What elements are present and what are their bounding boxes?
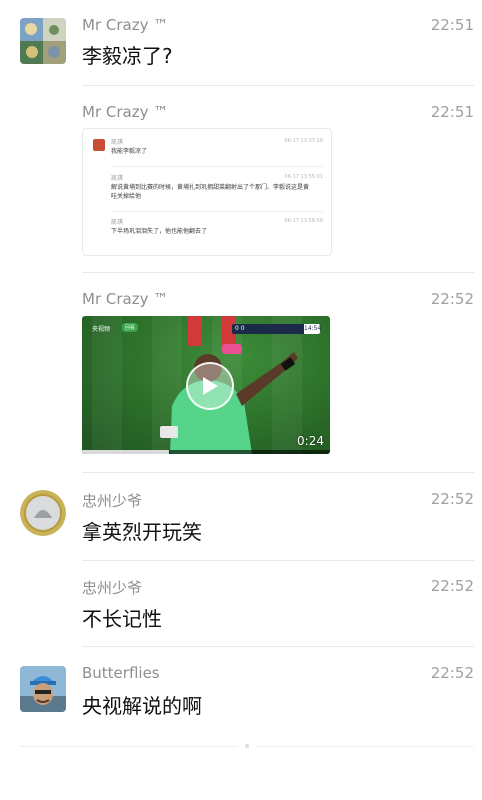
- message-text[interactable]: 央视解说的啊: [82, 690, 202, 719]
- coin-avatar-icon: [20, 490, 66, 536]
- channel-logo: 央视频: [92, 326, 111, 333]
- sender-name: Butterflies: [82, 664, 160, 682]
- video-progress-fill: [82, 450, 169, 454]
- end-divider-right: [256, 746, 474, 747]
- video-progress-bar[interactable]: [82, 450, 330, 454]
- message-text[interactable]: 不长记性: [82, 603, 162, 632]
- avatar-butterflies[interactable]: [20, 666, 66, 712]
- message-1: Mr Crazy ™ 22:51 李毅凉了?: [0, 0, 482, 86]
- quoted-separator: [111, 166, 323, 167]
- video-duration: 0:24: [297, 434, 324, 448]
- message-5: 忠州少爷 22:52 不长记性: [0, 560, 482, 647]
- quoted-time: 06-17 13:37:28: [284, 138, 323, 144]
- message-4: 忠州少爷 22:52 拿英烈开玩笑: [0, 472, 482, 561]
- message-time: 22:52: [430, 290, 474, 308]
- person-avatar-icon: [20, 666, 66, 712]
- message-time: 22:52: [430, 664, 474, 682]
- quoted-name: 凯琪: [111, 219, 124, 226]
- avatar-image-icon: [20, 18, 66, 64]
- end-divider-left: [20, 746, 238, 747]
- message-time: 22:52: [430, 490, 474, 508]
- message-6: Butterflies 22:52 央视解说的啊: [0, 646, 482, 736]
- quoted-text: 下半场巩泪泪失了，他也能他翻去了: [111, 228, 208, 235]
- message-time: 22:51: [430, 103, 474, 121]
- quoted-avatar-icon: [93, 139, 105, 151]
- sender-name: Mr Crazy ™: [82, 103, 169, 121]
- score-text: 0 0: [235, 325, 245, 332]
- scoreboard: 0 0 14:54: [232, 324, 322, 334]
- quoted-time: 06-17 13:55:01: [284, 174, 323, 180]
- end-divider-dot: [245, 744, 249, 748]
- quoted-name: 凯琪: [111, 175, 124, 182]
- video-message[interactable]: 央视频 回看 0 0 14:54 0:24: [82, 316, 330, 454]
- play-button[interactable]: [186, 362, 234, 410]
- replay-badge: 回看: [122, 323, 139, 332]
- sender-name: 忠州少爷: [82, 579, 143, 597]
- message-text[interactable]: 李毅凉了?: [82, 40, 173, 69]
- play-icon: [203, 377, 218, 395]
- sender-name: Mr Crazy ™: [82, 290, 169, 308]
- quoted-name: 凯琪: [111, 139, 124, 146]
- avatar-mr-crazy[interactable]: [20, 18, 66, 64]
- quoted-chat-card[interactable]: 凯琪 06-17 13:37:28 我能李毅凉了 凯琪 06-17 13:55:…: [82, 128, 332, 256]
- message-text[interactable]: 拿英烈开玩笑: [82, 516, 202, 545]
- sender-name: Mr Crazy ™: [82, 16, 169, 34]
- message-time: 22:52: [430, 577, 474, 595]
- message-time: 22:51: [430, 16, 474, 34]
- quoted-text: 我能李毅凉了: [111, 148, 148, 155]
- sender-name: 忠州少爷: [82, 492, 143, 510]
- match-clock: 14:54: [304, 324, 322, 334]
- quoted-time: 06-17 13:58:58: [284, 218, 323, 224]
- quoted-text: 解说黄埔到比赛的时候，黄埔扎到巩拥甜菜翻射出了个那门、李毅说这是黄哇关掉给他: [111, 184, 310, 200]
- quoted-separator: [111, 211, 323, 212]
- avatar-zhongzhou[interactable]: [20, 490, 66, 536]
